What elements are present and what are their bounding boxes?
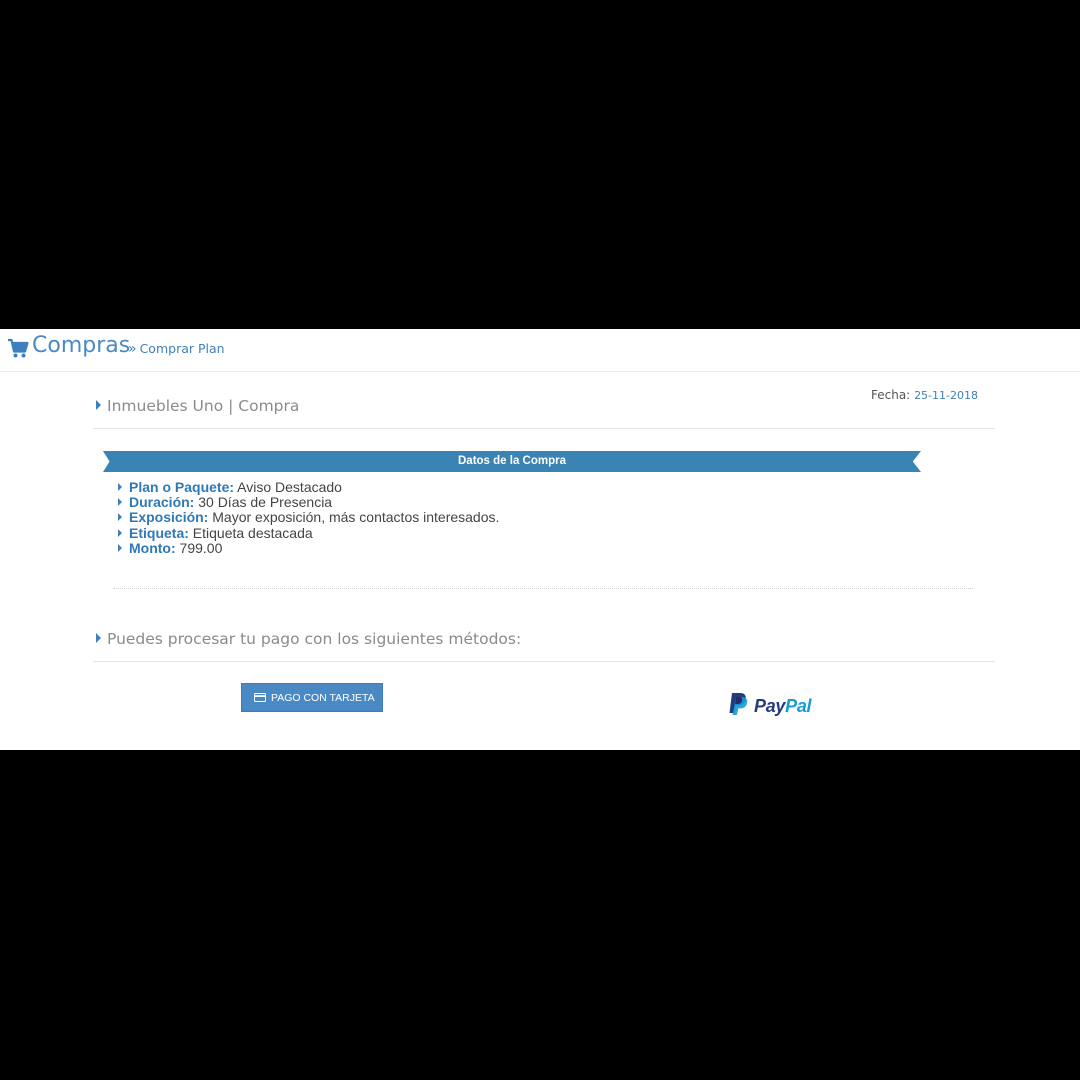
paypal-logo-icon (729, 693, 748, 715)
paypal-button[interactable]: PayPal (728, 692, 828, 718)
payment-methods-heading: Puedes procesar tu pago con los siguient… (96, 630, 521, 648)
page-header: Compras » Comprar Plan (0, 329, 1080, 372)
date-label: Fecha: (871, 388, 911, 402)
purchase-details-list: Plan o Paquete: Aviso Destacado Duración… (118, 479, 499, 556)
breadcrumb-separator: » (128, 341, 137, 357)
detail-key: Monto: (129, 539, 176, 556)
ribbon-label: Datos de la Compra (458, 455, 566, 467)
detail-key: Duración: (129, 494, 195, 511)
caret-right-icon (118, 513, 122, 522)
caret-right-icon (118, 543, 122, 552)
cart-icon (8, 338, 29, 358)
detail-key: Exposición: (129, 509, 209, 526)
breadcrumb-link-comprar-plan[interactable]: Comprar Plan (140, 341, 225, 356)
divider (93, 428, 995, 429)
paypal-word-pal: Pal (785, 696, 812, 716)
detail-key: Plan o Paquete: (129, 479, 235, 495)
dotted-divider (113, 588, 973, 589)
credit-card-icon (254, 693, 266, 702)
date-display: Fecha: 25-11-2018 (871, 388, 978, 402)
list-item: Exposición: Mayor exposición, más contac… (118, 510, 499, 525)
detail-value: 799.00 (179, 539, 223, 556)
detail-value: 30 Días de Presencia (198, 494, 333, 511)
purchase-heading-text: Inmuebles Uno | Compra (107, 397, 300, 415)
date-value: 25-11-2018 (914, 389, 978, 402)
page-title: Compras (32, 333, 131, 358)
list-item: Etiqueta: Etiqueta destacada (118, 524, 499, 541)
paypal-word-pay: Pay (754, 696, 786, 716)
pay-with-card-button[interactable]: PAGO CON TARJETA (241, 683, 383, 712)
purchase-panel: Compras » Comprar Plan Fecha: 25-11-2018 … (0, 329, 1080, 750)
purchase-heading: Inmuebles Uno | Compra (96, 397, 299, 415)
detail-value: Aviso Destacado (237, 479, 342, 495)
caret-right-icon (118, 483, 122, 491)
pay-card-label: PAGO CON TARJETA (271, 692, 375, 704)
breadcrumb: » Comprar Plan (128, 341, 225, 357)
detail-value: Mayor exposición, más contactos interesa… (212, 509, 500, 526)
detail-value: Etiqueta destacada (192, 524, 313, 541)
list-item: Plan o Paquete: Aviso Destacado (118, 479, 499, 495)
list-item: Duración: 30 Días de Presencia (118, 495, 499, 510)
list-item: Monto: 799.00 (118, 539, 499, 556)
caret-right-icon (118, 498, 122, 507)
divider (93, 661, 995, 662)
caret-right-icon (96, 633, 101, 643)
purchase-data-ribbon: Datos de la Compra (103, 451, 921, 472)
detail-key: Etiqueta: (129, 524, 189, 541)
caret-right-icon (118, 528, 122, 537)
payment-heading-text: Puedes procesar tu pago con los siguient… (107, 630, 522, 648)
paypal-wordmark: PayPal (754, 696, 812, 717)
caret-right-icon (96, 400, 101, 410)
